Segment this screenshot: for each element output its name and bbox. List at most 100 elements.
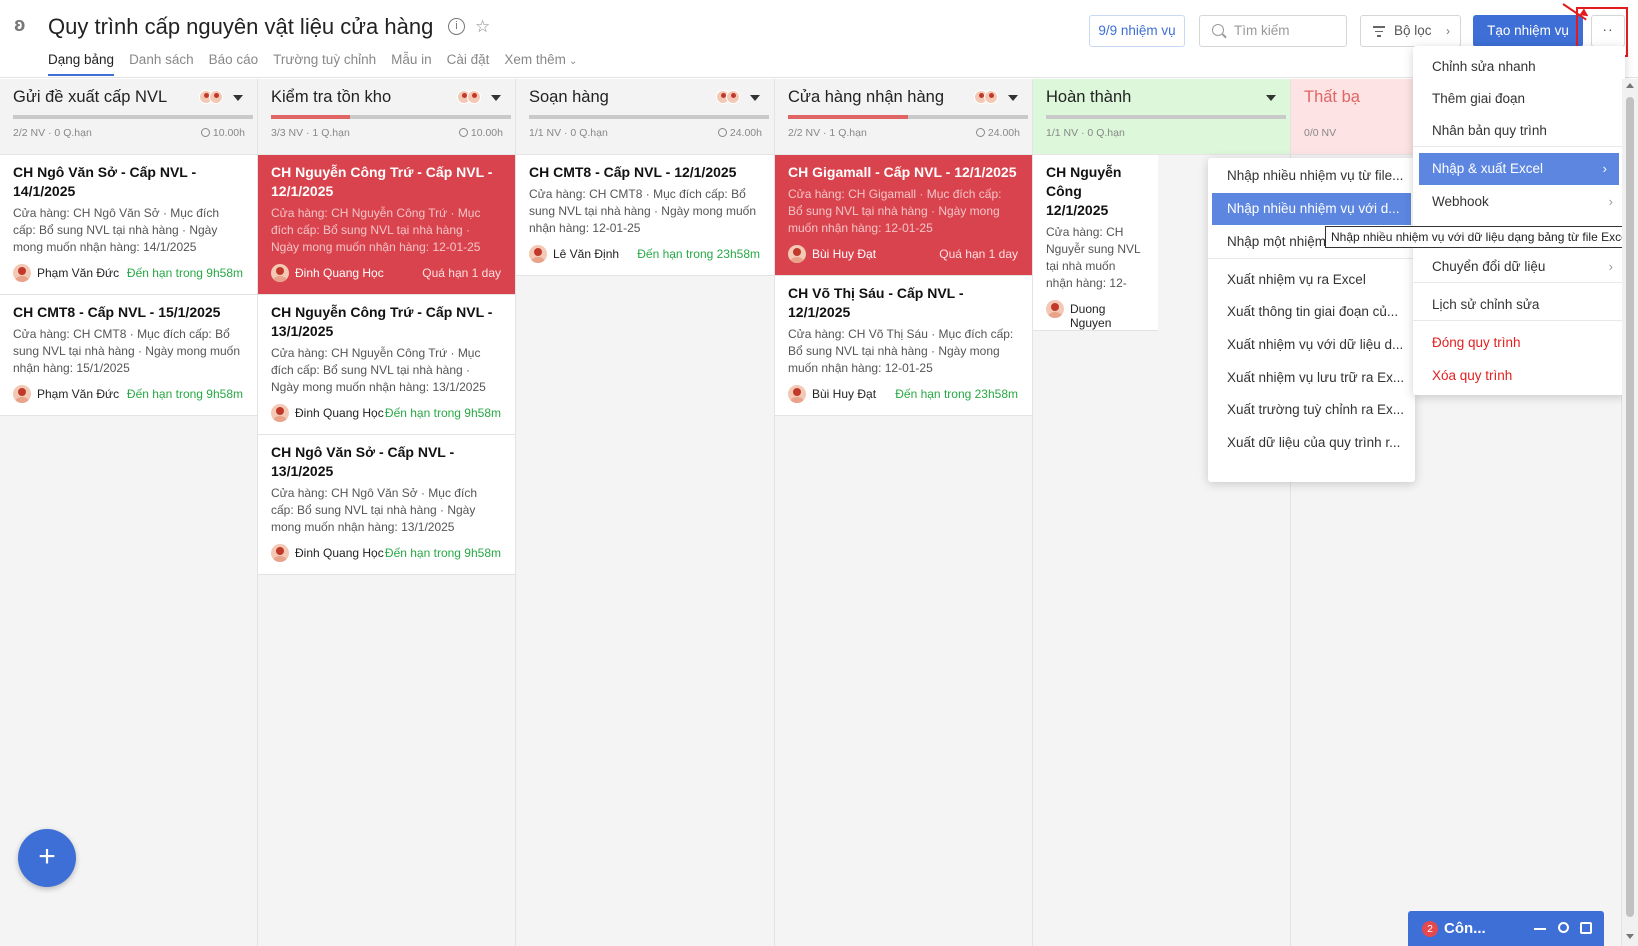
- page-title: Quy trình cấp nguyên vật liệu cửa hàng: [48, 14, 434, 39]
- task-assignee: Phạm Văn Đức: [37, 266, 120, 280]
- task-due-status: Đến hạn trong 9h58m: [384, 406, 501, 420]
- menu-item[interactable]: Đóng quy trình: [1413, 327, 1625, 359]
- submenu-item[interactable]: Xuất nhiệm vụ ra Excel: [1208, 264, 1415, 296]
- tab-board[interactable]: Dạng bảng: [48, 52, 115, 76]
- task-footer: Phạm Văn Đức Đến hạn trong 9h58m: [13, 264, 243, 284]
- create-task-button[interactable]: Tạo nhiệm vụ: [1473, 15, 1583, 47]
- chat-widget[interactable]: 2 Côn...: [1408, 911, 1604, 946]
- title-icons: i ☆: [448, 18, 490, 35]
- task-description: Cửa hàng: CH Võ Thị Sáu · Mục đích cấp: …: [788, 327, 1014, 375]
- task-card[interactable]: CH CMT8 - Cấp NVL - 12/1/2025 Cửa hàng: C…: [516, 155, 774, 276]
- add-fab-button[interactable]: +: [18, 829, 76, 887]
- submenu-item[interactable]: Xuất dữ liệu của quy trình r...: [1208, 427, 1415, 459]
- column-members[interactable]: [974, 90, 998, 104]
- avatar: [467, 90, 481, 104]
- task-assignee: Đinh Quang Học: [295, 266, 384, 280]
- submenu-item[interactable]: Xuất nhiệm vụ với dữ liệu d...: [1208, 329, 1415, 361]
- filter-button[interactable]: Bộ lọc ›: [1360, 15, 1461, 47]
- info-icon[interactable]: i: [448, 18, 465, 35]
- column-members[interactable]: [199, 90, 223, 104]
- task-title: CH Ngô Văn Sở - Cấp NVL - 13/1/2025: [271, 444, 455, 479]
- search-icon[interactable]: [1558, 922, 1569, 933]
- scroll-thumb[interactable]: [1626, 97, 1634, 917]
- column-title: Cửa hàng nhận hàng: [788, 88, 945, 106]
- tab-settings[interactable]: Cài đặt: [447, 52, 490, 76]
- task-due-status: Đến hạn trong 23h58m: [637, 247, 760, 261]
- avatar: [529, 245, 547, 263]
- submenu-item[interactable]: Nhập nhiều nhiệm vụ với d...: [1212, 193, 1411, 225]
- tab-report[interactable]: Báo cáo: [209, 52, 259, 76]
- caret-down-icon[interactable]: [491, 95, 501, 101]
- task-card[interactable]: CH Gigamall - Cấp NVL - 12/1/2025 Cửa hàn…: [775, 155, 1032, 276]
- column-members[interactable]: [457, 90, 481, 104]
- task-description: Cửa hàng: CH Nguyễn Công Trứ · Mục đích …: [271, 346, 486, 394]
- column-header: Cửa hàng nhận hàng 2/2 NV · 1 Q.hạn 24.00h: [775, 79, 1032, 155]
- submenu-item[interactable]: Xuất thông tin giai đoạn củ...: [1208, 296, 1415, 328]
- clock-icon: [458, 128, 468, 137]
- task-description: Cửa hàng: CH Nguyễn Công Trứ · Mục đích …: [271, 206, 481, 254]
- task-card[interactable]: CH Nguyễn Công 12/1/2025 Cửa hàng: CH Ngu…: [1033, 155, 1158, 331]
- caret-down-icon[interactable]: [1266, 95, 1276, 101]
- menu-item-label: Chỉnh sửa nhanh: [1432, 59, 1536, 74]
- task-title: CH Nguyễn Công Trứ - Cấp NVL - 13/1/2025: [271, 304, 493, 339]
- menu-item[interactable]: Chuyển đổi dữ liệu ›: [1413, 251, 1625, 283]
- submenu-item[interactable]: Xuất nhiệm vụ lưu trữ ra Ex...: [1208, 362, 1415, 394]
- task-footer: Đinh Quang Học Quá hạn 1 day: [271, 264, 501, 284]
- menu-item[interactable]: Chỉnh sửa nhanh: [1413, 51, 1625, 83]
- avatar: [271, 544, 289, 562]
- menu-item[interactable]: Thêm giai đoạn: [1413, 83, 1625, 115]
- task-card[interactable]: CH Ngô Văn Sở - Cấp NVL - 14/1/2025 Cửa h…: [0, 155, 257, 295]
- task-count-button[interactable]: 9/9 nhiệm vụ: [1089, 15, 1185, 47]
- app-logo-icon[interactable]: ʚ: [14, 14, 34, 36]
- submenu-item[interactable]: Xuất trường tuỳ chỉnh ra Ex...: [1208, 394, 1415, 426]
- chat-label: Côn...: [1444, 920, 1486, 937]
- tooltip: Nhập nhiều nhiệm vụ với dữ liệu dạng bản…: [1325, 226, 1637, 248]
- menu-item[interactable]: Xóa quy trình: [1413, 360, 1625, 392]
- menu-item[interactable]: Nhân bản quy trình: [1413, 115, 1625, 147]
- caret-down-icon[interactable]: [1008, 95, 1018, 101]
- task-footer: Duong Nguyen: [1046, 300, 1144, 330]
- vertical-scrollbar[interactable]: [1622, 79, 1638, 946]
- menu-item[interactable]: Nhập & xuất Excel ›: [1419, 153, 1619, 185]
- menu-item[interactable]: Lịch sử chỉnh sửa: [1413, 289, 1625, 321]
- avatar: [726, 90, 740, 104]
- search-input[interactable]: Tìm kiếm: [1199, 15, 1347, 47]
- tab-custom-fields[interactable]: Trường tuỳ chỉnh: [273, 52, 376, 76]
- search-icon: [1212, 24, 1224, 36]
- task-due-status: Đến hạn trong 23h58m: [895, 387, 1018, 401]
- column-hours: 24.00h: [717, 127, 762, 139]
- minimize-icon[interactable]: [1534, 928, 1546, 930]
- column-members[interactable]: [716, 90, 740, 104]
- column-title: Kiểm tra tồn kho: [271, 88, 392, 106]
- task-card[interactable]: CH CMT8 - Cấp NVL - 15/1/2025 Cửa hàng: C…: [0, 295, 257, 416]
- menu-item-label: Nhân bản quy trình: [1432, 123, 1547, 138]
- column-header: Hoàn thành 1/1 NV · 0 Q.hạn: [1033, 79, 1290, 155]
- column-hours: 24.00h: [975, 127, 1020, 139]
- column-title: Thất bạ: [1304, 88, 1360, 106]
- scroll-up-icon[interactable]: [1626, 83, 1634, 88]
- caret-down-icon[interactable]: [750, 95, 760, 101]
- avatar: [984, 90, 998, 104]
- task-assignee: Duong Nguyen: [1070, 302, 1112, 330]
- tab-print-templates[interactable]: Mẫu in: [391, 52, 432, 76]
- column-hours-value: 24.00h: [729, 127, 762, 139]
- column-title: Gửi đề xuất cấp NVL: [13, 88, 168, 106]
- menu-item[interactable]: Webhook ›: [1413, 186, 1625, 218]
- star-icon[interactable]: ☆: [475, 18, 490, 35]
- column-hours-value: 10.00h: [470, 127, 503, 139]
- task-title: CH Võ Thị Sáu - Cấp NVL - 12/1/2025: [788, 285, 964, 320]
- submenu-item[interactable]: Nhập nhiều nhiệm vụ từ file...: [1208, 160, 1415, 192]
- task-card[interactable]: CH Nguyễn Công Trứ - Cấp NVL - 12/1/2025…: [258, 155, 515, 295]
- external-link-icon[interactable]: [1580, 922, 1592, 934]
- task-due-status: Đến hạn trong 9h58m: [126, 266, 243, 280]
- clock-icon: [975, 128, 985, 137]
- task-card[interactable]: CH Võ Thị Sáu - Cấp NVL - 12/1/2025 Cửa h…: [775, 276, 1032, 416]
- caret-down-icon[interactable]: [233, 95, 243, 101]
- tab-list[interactable]: Danh sách: [129, 52, 194, 76]
- tab-more[interactable]: Xem thêm ⌄: [504, 52, 577, 76]
- task-card[interactable]: CH Nguyễn Công Trứ - Cấp NVL - 13/1/2025…: [258, 295, 515, 435]
- header: ʚ Quy trình cấp nguyên vật liệu cửa hàng…: [0, 0, 1638, 78]
- task-card[interactable]: CH Ngô Văn Sở - Cấp NVL - 13/1/2025 Cửa h…: [258, 435, 515, 575]
- tab-more-label: Xem thêm: [504, 52, 566, 67]
- scroll-down-icon[interactable]: [1626, 934, 1634, 939]
